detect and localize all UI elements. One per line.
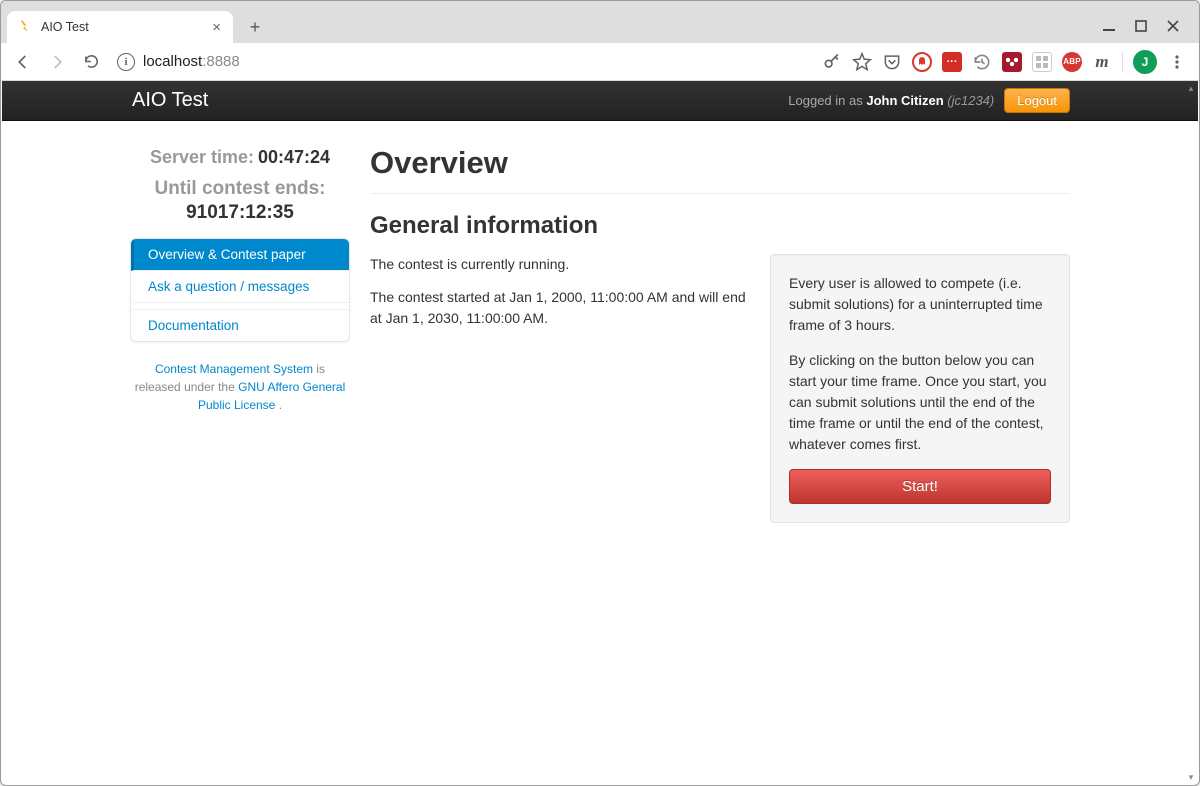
tab-strip: AIO Test × + [1,9,1199,43]
tab-title: AIO Test [41,20,89,34]
grid-icon[interactable] [1032,52,1052,72]
close-window-icon[interactable] [1167,20,1187,32]
mendeley-icon[interactable] [1002,52,1022,72]
server-time-label: Server time: [150,147,254,167]
browser-tab[interactable]: AIO Test × [7,11,233,43]
favicon-icon [17,19,33,35]
forward-button[interactable] [43,48,71,76]
adblock-icon[interactable]: ABP [1062,52,1082,72]
app-navbar: AIO Test Logged in as John Citizen (jc12… [2,81,1198,121]
toolbar-divider [1122,52,1123,72]
ghostery-icon[interactable] [912,52,932,72]
scroll-down-icon[interactable]: ▾ [1186,772,1196,782]
window-controls [1103,9,1187,43]
credits-cms-link[interactable]: Contest Management System [155,362,313,376]
contest-schedule: The contest started at Jan 1, 2000, 11:0… [370,287,746,329]
start-panel: Every user is allowed to compete (i.e. s… [770,254,1070,523]
page-container: Server time: 00:47:24 Until contest ends… [130,121,1070,523]
scrollbar[interactable]: ▴ ▾ [1186,83,1196,782]
divider [370,193,1070,194]
m-icon[interactable]: m [1092,52,1112,72]
url-text: localhost:8888 [143,53,240,70]
menu-icon[interactable] [1167,52,1187,72]
browser-window: AIO Test × + i localhost:8888 ··· ABP [0,0,1200,786]
contest-status: The contest is currently running. [370,254,746,275]
reload-button[interactable] [77,48,105,76]
sidebar-item-overview[interactable]: Overview & Contest paper [131,239,349,271]
new-tab-button[interactable]: + [241,13,269,41]
start-button[interactable]: Start! [789,469,1051,504]
pocket-icon[interactable] [882,52,902,72]
lastpass-icon[interactable]: ··· [942,52,962,72]
until-ends-value: 91017:12:35 [186,202,294,223]
page-title: Overview [370,145,1070,181]
info-column: The contest is currently running. The co… [370,254,746,341]
sidebar-item-questions[interactable]: Ask a question / messages [131,271,349,303]
window-titlebar [1,1,1199,9]
time-box: Server time: 00:47:24 Until contest ends… [130,147,350,224]
back-button[interactable] [9,48,37,76]
toolbar-right: ··· ABP m J [822,50,1191,74]
start-info-2: By clicking on the button below you can … [789,350,1051,455]
sidebar-item-documentation[interactable]: Documentation [131,309,349,341]
page-viewport: AIO Test Logged in as John Citizen (jc12… [2,81,1198,784]
main-content: Overview General information The contest… [370,145,1070,523]
scroll-up-icon[interactable]: ▴ [1186,83,1196,93]
star-icon[interactable] [852,52,872,72]
tab-close-icon[interactable]: × [210,18,223,37]
login-status: Logged in as John Citizen (jc1234) [788,93,994,108]
sidebar-nav: Overview & Contest paper Ask a question … [130,238,350,342]
profile-avatar[interactable]: J [1133,50,1157,74]
minimize-icon[interactable] [1103,20,1123,32]
section-title: General information [370,212,1070,240]
until-ends-label: Until contest ends: [154,178,325,199]
key-icon[interactable] [822,52,842,72]
sidebar: Server time: 00:47:24 Until contest ends… [130,145,350,523]
history-icon[interactable] [972,52,992,72]
maximize-icon[interactable] [1135,20,1155,32]
logout-button[interactable]: Logout [1004,88,1070,113]
address-bar[interactable]: i localhost:8888 [117,48,240,76]
site-info-icon[interactable]: i [117,53,135,71]
server-time-value: 00:47:24 [258,147,330,167]
navbar-right: Logged in as John Citizen (jc1234) Logou… [788,88,1070,113]
browser-toolbar: i localhost:8888 ··· ABP m J [1,43,1199,81]
start-info-1: Every user is allowed to compete (i.e. s… [789,273,1051,336]
credits: Contest Management System is released un… [130,360,350,414]
brand[interactable]: AIO Test [132,89,208,112]
